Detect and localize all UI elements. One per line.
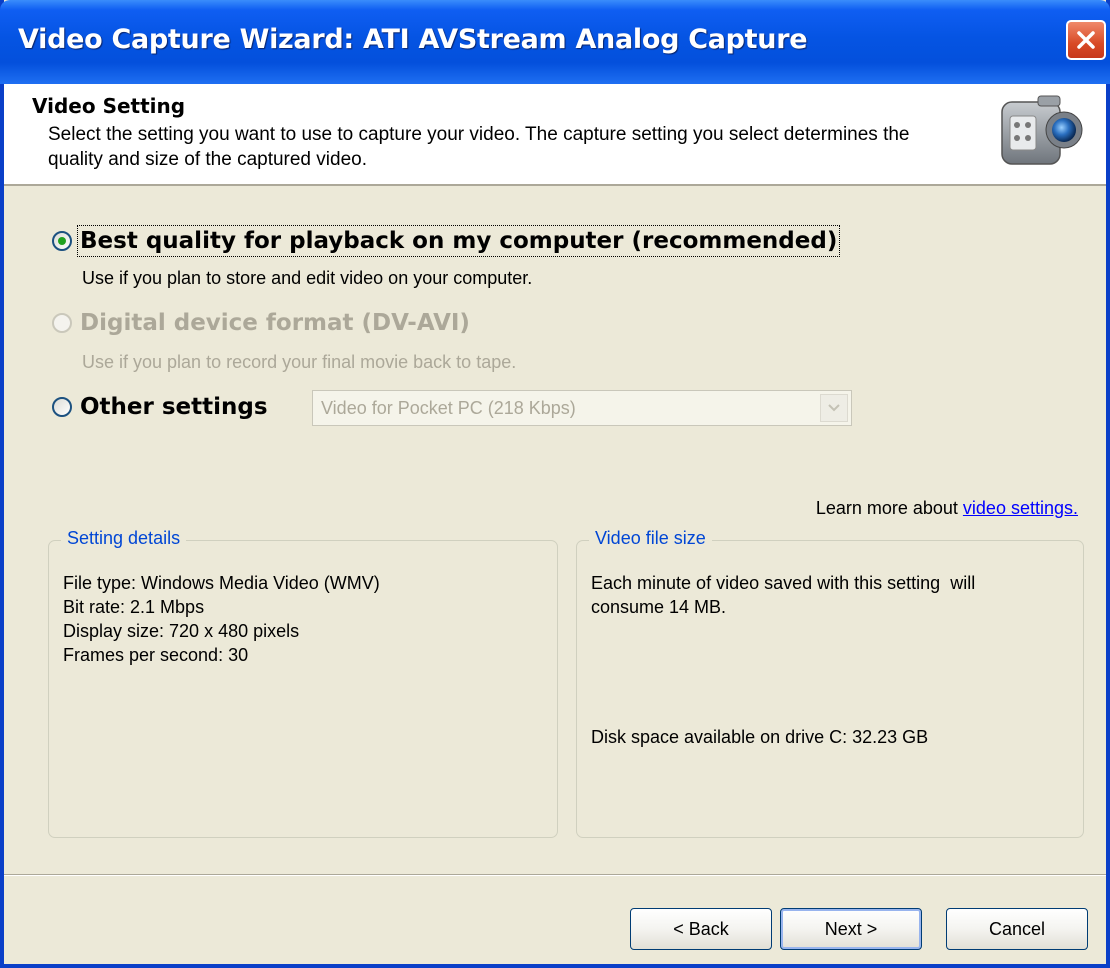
other-settings-dropdown: Video for Pocket PC (218 Kbps) — [312, 390, 852, 426]
radio-other-settings[interactable] — [52, 397, 72, 417]
learn-more: Learn more about video settings. — [816, 498, 1078, 519]
video-camera-icon — [1001, 95, 1083, 165]
video-file-size-title: Video file size — [589, 528, 712, 549]
option-dv-avi-label: Digital device format (DV-AVI) — [80, 310, 470, 336]
disk-space-text: Disk space available on drive C: 32.23 G… — [591, 727, 929, 747]
setting-details-title: Setting details — [61, 528, 187, 549]
fps-line: Frames per second: 30 — [63, 645, 249, 665]
option-best-quality-description: Use if you plan to store and edit video … — [82, 268, 533, 288]
bit-rate-line: Bit rate: 2.1 Mbps — [63, 597, 205, 617]
option-other-settings-label[interactable]: Other settings — [80, 394, 268, 420]
option-dv-avi-description: Use if you plan to record your final mov… — [82, 352, 517, 372]
chevron-down-icon — [820, 394, 848, 422]
title-bar[interactable]: Video Capture Wizard: ATI AVStream Analo… — [0, 0, 1110, 84]
display-size-line: Display size: 720 x 480 pixels — [63, 621, 300, 641]
next-button[interactable]: Next > — [780, 908, 922, 950]
option-other-settings[interactable]: Other settings — [52, 394, 268, 420]
radio-best-quality[interactable] — [52, 231, 72, 251]
file-type-line: File type: Windows Media Video (WMV) — [63, 573, 380, 593]
option-dv-avi: Digital device format (DV-AVI) — [52, 310, 470, 336]
setting-details-group: Setting details File type: Windows Media… — [48, 528, 558, 838]
cancel-button-label: Cancel — [988, 918, 1046, 939]
cancel-button[interactable]: Cancel — [946, 908, 1088, 950]
learn-more-text: Learn more about — [815, 498, 963, 518]
other-settings-dropdown-value: Video for Pocket PC (218 Kbps) — [321, 398, 576, 418]
back-button[interactable]: < Back — [630, 908, 772, 950]
close-button[interactable] — [1066, 20, 1106, 60]
file-size-line-1: Each minute of video saved with this set… — [591, 573, 976, 593]
window-title: Video Capture Wizard: ATI AVStream Analo… — [18, 24, 808, 55]
wizard-window: Video Capture Wizard: ATI AVStream Analo… — [0, 0, 1110, 968]
page-description: Select the setting you want to use to ca… — [48, 124, 910, 170]
video-settings-link[interactable]: video settings. — [963, 498, 1078, 518]
setting-details-list: File type: Windows Media Video (WMV) Bit… — [63, 571, 380, 667]
next-button-label: Next > — [824, 918, 878, 939]
video-file-size-group: Video file size Each minute of video sav… — [576, 528, 1084, 838]
file-size-text: Each minute of video saved with this set… — [591, 571, 975, 619]
file-size-line-2: consume 14 MB. — [591, 597, 727, 617]
option-best-quality-label[interactable]: Best quality for playback on my computer… — [76, 225, 841, 257]
option-best-quality[interactable]: Best quality for playback on my computer… — [52, 225, 841, 257]
radio-dv-avi — [52, 313, 72, 333]
footer-divider — [4, 874, 1106, 876]
close-icon — [1077, 31, 1095, 49]
back-button-label: < Back — [673, 918, 729, 939]
page-title: Video Setting — [32, 94, 186, 118]
wizard-header: Video Setting Select the setting you wan… — [4, 84, 1106, 186]
